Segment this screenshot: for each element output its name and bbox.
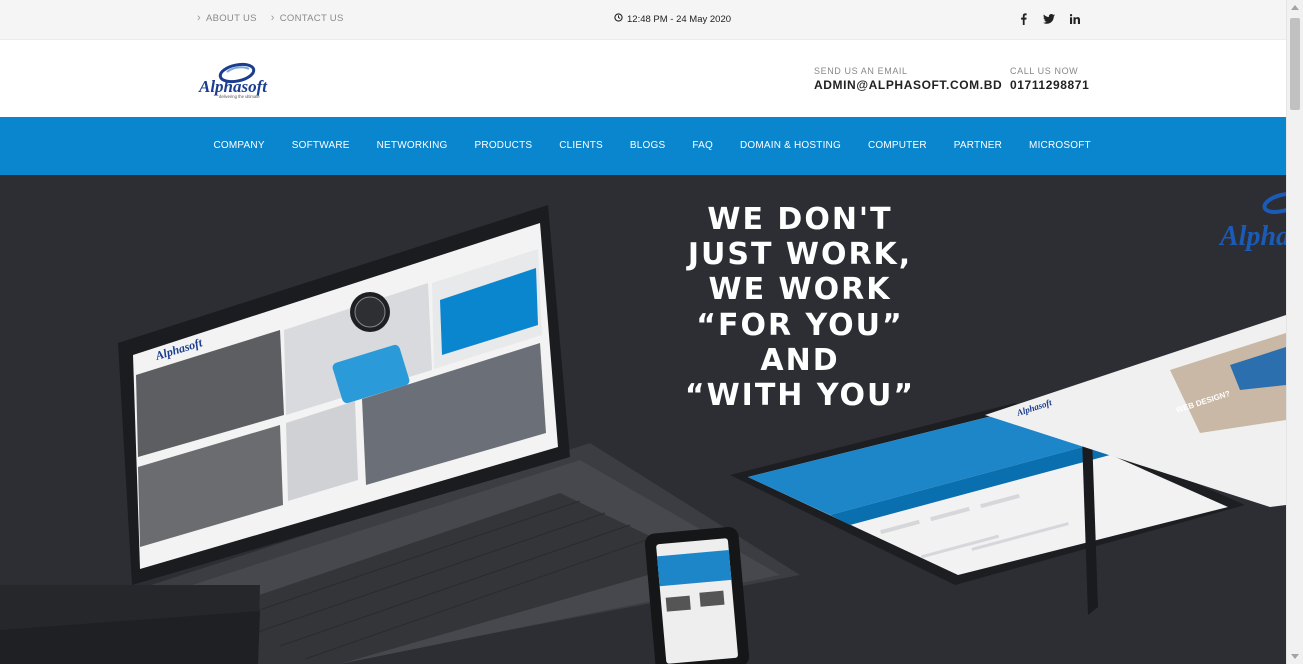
nav-item-clients[interactable]: CLIENTS <box>546 117 617 175</box>
contact-us-label: CONTACT US <box>279 13 344 24</box>
slogan-line: “WITH YOU” <box>684 378 916 414</box>
logo-tagline: delivering the ultimate <box>219 94 260 99</box>
hero-banner: Alphasoft WEB DESIGN? Alphasoft Alph WE … <box>0 175 1286 664</box>
phone-contact: CALL US NOW 01711298871 <box>1010 66 1089 92</box>
linkedin-icon[interactable] <box>1069 12 1081 26</box>
about-us-link[interactable]: › ABOUT US <box>197 12 257 25</box>
page: › ABOUT US › CONTACT US 12:48 PM - 24 Ma… <box>0 0 1303 664</box>
datetime-text: 12:48 PM - 24 May 2020 <box>627 13 732 25</box>
main-nav: COMPANY SOFTWARE NETWORKING PRODUCTS CLI… <box>0 117 1286 175</box>
nav-item-networking[interactable]: NETWORKING <box>363 117 461 175</box>
alphasoft-logo[interactable]: Alphasoft delivering the ultimate <box>197 60 279 100</box>
hero-slogan: WE DON'T JUST WORK, WE WORK “FOR YOU” AN… <box>640 202 960 413</box>
nav-item-microsoft[interactable]: MICROSOFT <box>1016 117 1105 175</box>
contact-us-link[interactable]: › CONTACT US <box>270 12 344 25</box>
twitter-icon[interactable] <box>1043 12 1055 26</box>
brand-logo-large: Alphasoft <box>1218 221 1286 252</box>
site-header: Alphasoft delivering the ultimate SEND U… <box>0 40 1286 117</box>
slogan-line: WE WORK <box>708 272 892 308</box>
nav-item-company[interactable]: COMPANY <box>200 117 278 175</box>
slogan-line: WE DON'T <box>707 202 893 237</box>
datetime-display: 12:48 PM - 24 May 2020 <box>614 13 731 25</box>
email-value[interactable]: ADMIN@ALPHASOFT.COM.BD <box>814 78 1002 92</box>
slogan-line: AND <box>760 342 840 378</box>
clock-icon <box>614 13 623 25</box>
scroll-down-arrow-icon[interactable] <box>1291 654 1299 659</box>
top-links: › ABOUT US › CONTACT US <box>197 12 344 25</box>
slogan-line: “FOR YOU” <box>696 307 904 343</box>
nav-item-blogs[interactable]: BLOGS <box>616 117 678 175</box>
nav-item-software[interactable]: SOFTWARE <box>278 117 363 175</box>
social-links <box>1017 12 1081 26</box>
facebook-icon[interactable] <box>1017 12 1029 26</box>
nav-item-computer[interactable]: COMPUTER <box>854 117 940 175</box>
slogan-line: JUST WORK, <box>687 237 913 273</box>
phone-label: CALL US NOW <box>1010 66 1079 76</box>
nav-item-faq[interactable]: FAQ <box>679 117 727 175</box>
page-scrollbar[interactable] <box>1286 0 1303 664</box>
scrollbar-thumb[interactable] <box>1290 18 1300 110</box>
nav-item-domain-hosting[interactable]: DOMAIN & HOSTING <box>726 117 854 175</box>
phone-value[interactable]: 01711298871 <box>1010 78 1089 92</box>
about-us-label: ABOUT US <box>205 13 257 24</box>
chevron-right-icon: › <box>197 12 201 24</box>
top-bar: › ABOUT US › CONTACT US 12:48 PM - 24 Ma… <box>0 0 1286 40</box>
chevron-right-icon: › <box>270 12 275 24</box>
scroll-up-arrow-icon[interactable] <box>1291 5 1299 10</box>
nav-item-partner[interactable]: PARTNER <box>940 117 1015 175</box>
email-contact: SEND US AN EMAIL ADMIN@ALPHASOFT.COM.BD <box>814 66 1002 92</box>
nav-item-products[interactable]: PRODUCTS <box>461 117 546 175</box>
email-label: SEND US AN EMAIL <box>814 66 908 76</box>
